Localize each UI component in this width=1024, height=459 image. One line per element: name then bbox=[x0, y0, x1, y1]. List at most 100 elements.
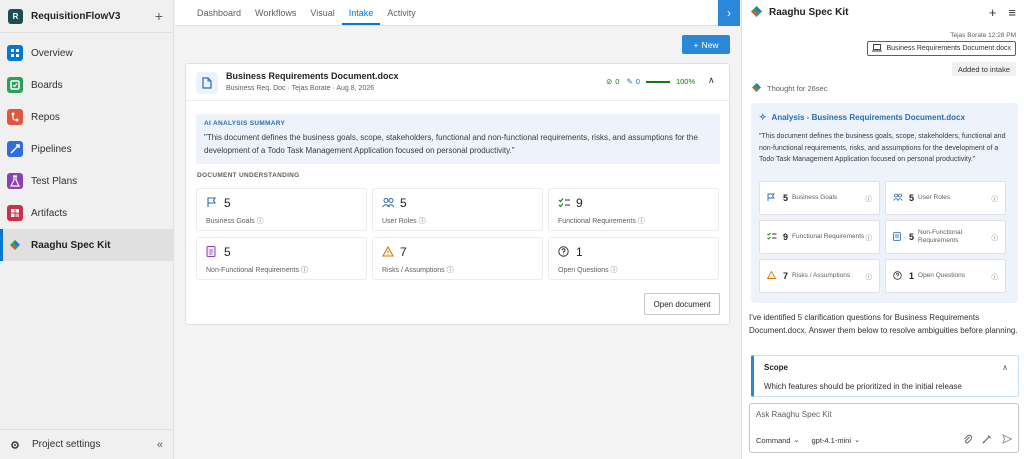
add-icon[interactable]: + bbox=[155, 9, 163, 23]
sidebar-item-artifacts[interactable]: Artifacts bbox=[0, 197, 173, 229]
left-sidebar: R RequisitionFlowV3 + Overview Boards Re… bbox=[0, 0, 174, 459]
analysis-functional-requirements[interactable]: 9 Functional Requirements ⓘ bbox=[759, 220, 880, 254]
document-icon bbox=[893, 231, 903, 243]
tab-visual[interactable]: Visual bbox=[303, 8, 341, 25]
info-icon[interactable]: ⓘ bbox=[866, 271, 873, 281]
metric-user-roles[interactable]: 5 User Roles ⓘ bbox=[372, 188, 543, 231]
chevron-up-icon[interactable]: ∧ bbox=[1002, 363, 1008, 372]
project-name: RequisitionFlowV3 bbox=[31, 10, 121, 22]
info-icon[interactable]: ⓘ bbox=[992, 193, 999, 203]
model-label: gpt-4.1-mini bbox=[811, 435, 852, 445]
new-button[interactable]: + New bbox=[682, 35, 730, 54]
tab-workflows[interactable]: Workflows bbox=[248, 8, 303, 25]
metric-label: Non-Functional Requirements ⓘ bbox=[206, 267, 308, 274]
analysis-open-questions[interactable]: 1 Open Questions ⓘ bbox=[885, 259, 1006, 293]
metric-business-goals[interactable]: 5 Business Goals ⓘ bbox=[196, 188, 367, 231]
question-icon bbox=[558, 246, 569, 259]
tab-activity[interactable]: Activity bbox=[380, 8, 423, 25]
metric-non-functional-requirements[interactable]: 5 Non-Functional Requirements ⓘ bbox=[196, 237, 367, 280]
sidebar-item-repos[interactable]: Repos bbox=[0, 101, 173, 133]
menu-icon[interactable]: ≡ bbox=[1008, 5, 1016, 20]
project-header[interactable]: R RequisitionFlowV3 + bbox=[0, 0, 173, 33]
mode-label: Command bbox=[756, 435, 791, 445]
sidebar-item-label: Overview bbox=[31, 47, 73, 59]
info-icon[interactable]: ⓘ bbox=[866, 232, 873, 242]
boards-icon bbox=[7, 77, 23, 93]
info-icon: ⓘ bbox=[418, 218, 426, 225]
collapse-panel-button[interactable]: › bbox=[718, 0, 740, 26]
added-to-intake-badge: Added to intake bbox=[951, 62, 1016, 76]
info-icon[interactable]: ⓘ bbox=[866, 193, 873, 203]
analysis-risks-assumptions[interactable]: 7 Risks / Assumptions ⓘ bbox=[759, 259, 880, 293]
sidebar-item-boards[interactable]: Boards bbox=[0, 69, 173, 101]
sidebar-item-label: Artifacts bbox=[31, 207, 68, 219]
sidebar-item-label: Test Plans bbox=[31, 175, 78, 187]
metric-label: Business Goals ⓘ bbox=[206, 218, 264, 225]
info-icon[interactable]: ⓘ bbox=[992, 271, 999, 281]
sidebar-item-test-plans[interactable]: Test Plans bbox=[0, 165, 173, 197]
chat-input[interactable] bbox=[756, 410, 1006, 419]
ai-analysis-summary: AI ANALYSIS SUMMARY "This document defin… bbox=[196, 114, 720, 164]
tools-icon[interactable] bbox=[982, 434, 992, 446]
metric-value: 5 bbox=[400, 196, 407, 210]
sidebar-item-label: Boards bbox=[31, 79, 63, 91]
chevron-up-icon[interactable]: ∧ bbox=[708, 75, 715, 86]
project-settings[interactable]: Project settings « bbox=[0, 429, 173, 459]
tab-intake[interactable]: Intake bbox=[341, 8, 381, 25]
mode-selector[interactable]: Command ⌄ bbox=[756, 436, 799, 445]
analysis-value: 9 bbox=[783, 232, 789, 242]
info-icon[interactable]: ⓘ bbox=[992, 232, 999, 242]
analysis-non-functional-requirements[interactable]: 5 Non-Functional Requirements ⓘ bbox=[885, 220, 1006, 254]
scope-title: Scope bbox=[764, 363, 789, 372]
sparkle-icon: ✧ bbox=[759, 112, 767, 122]
document-card-header[interactable]: Business Requirements Document.docx Busi… bbox=[186, 64, 729, 101]
metric-label: Risks / Assumptions ⓘ bbox=[382, 267, 454, 274]
sidebar-nav: Overview Boards Repos Pipelines Test Pla… bbox=[0, 33, 173, 261]
edit-count: 0 bbox=[635, 77, 640, 86]
sidebar-item-overview[interactable]: Overview bbox=[0, 37, 173, 69]
progress-bar bbox=[645, 80, 670, 83]
analysis-business-goals[interactable]: 5 Business Goals ⓘ bbox=[759, 181, 880, 215]
thought-indicator[interactable]: Thought for 26sec bbox=[751, 82, 827, 95]
plus-icon: + bbox=[693, 39, 699, 50]
attach-icon[interactable] bbox=[963, 434, 973, 446]
document-icon bbox=[196, 72, 218, 94]
metric-open-questions[interactable]: 1 Open Questions ⓘ bbox=[548, 237, 719, 280]
document-stats: ⊘ 0 ✎ 0 100% bbox=[606, 77, 695, 86]
model-selector[interactable]: gpt-4.1-mini ⌄ bbox=[811, 436, 859, 445]
analysis-user-roles[interactable]: 5 User Roles ⓘ bbox=[885, 181, 1006, 215]
analysis-label: Risks / Assumptions bbox=[792, 272, 851, 279]
add-icon[interactable]: + bbox=[989, 5, 997, 20]
analysis-label: Functional Requirements bbox=[792, 233, 865, 240]
info-icon: ⓘ bbox=[610, 267, 618, 274]
chevron-down-icon: ⌄ bbox=[793, 437, 800, 444]
metrics-grid: 5 Business Goals ⓘ 5 User Roles ⓘ 9 Func… bbox=[196, 188, 720, 280]
analysis-label: User Roles bbox=[918, 194, 951, 201]
collapse-sidebar-icon[interactable]: « bbox=[157, 439, 163, 451]
open-document-button[interactable]: Open document bbox=[644, 293, 720, 315]
analysis-value: 5 bbox=[909, 232, 915, 242]
checklist-icon bbox=[558, 197, 571, 210]
tab-dashboard[interactable]: Dashboard bbox=[190, 8, 248, 25]
sidebar-item-label: Repos bbox=[31, 111, 60, 123]
sidebar-item-pipelines[interactable]: Pipelines bbox=[0, 133, 173, 165]
sidebar-item-raaghu-spec-kit[interactable]: Raaghu Spec Kit bbox=[0, 229, 173, 261]
metric-value: 5 bbox=[224, 245, 231, 259]
document-understanding-title: DOCUMENT UNDERSTANDING bbox=[197, 172, 300, 179]
assistant-reply: I've identified 5 clarification question… bbox=[749, 313, 1018, 335]
analysis-value: 5 bbox=[909, 193, 915, 203]
flag-icon bbox=[767, 193, 777, 203]
metric-label: Open Questions ⓘ bbox=[558, 267, 618, 274]
send-icon[interactable] bbox=[1002, 434, 1013, 446]
attached-file-chip[interactable]: Business Requirements Document.docx bbox=[867, 41, 1016, 56]
repos-icon bbox=[7, 109, 23, 125]
metric-risks-assumptions[interactable]: 7 Risks / Assumptions ⓘ bbox=[372, 237, 543, 280]
attached-file-name: Business Requirements Document.docx bbox=[886, 45, 1011, 52]
analysis-title: Analysis - Business Requirements Documen… bbox=[771, 113, 965, 122]
clarification-card-scope[interactable]: Scope ∧ Which features should be priorit… bbox=[751, 355, 1019, 397]
metric-functional-requirements[interactable]: 9 Functional Requirements ⓘ bbox=[548, 188, 719, 231]
panel-title: Raaghu Spec Kit bbox=[769, 6, 849, 18]
project-badge: R bbox=[8, 8, 23, 24]
chevron-right-icon: › bbox=[727, 6, 731, 20]
check-circle-icon: ⊘ bbox=[606, 77, 613, 86]
